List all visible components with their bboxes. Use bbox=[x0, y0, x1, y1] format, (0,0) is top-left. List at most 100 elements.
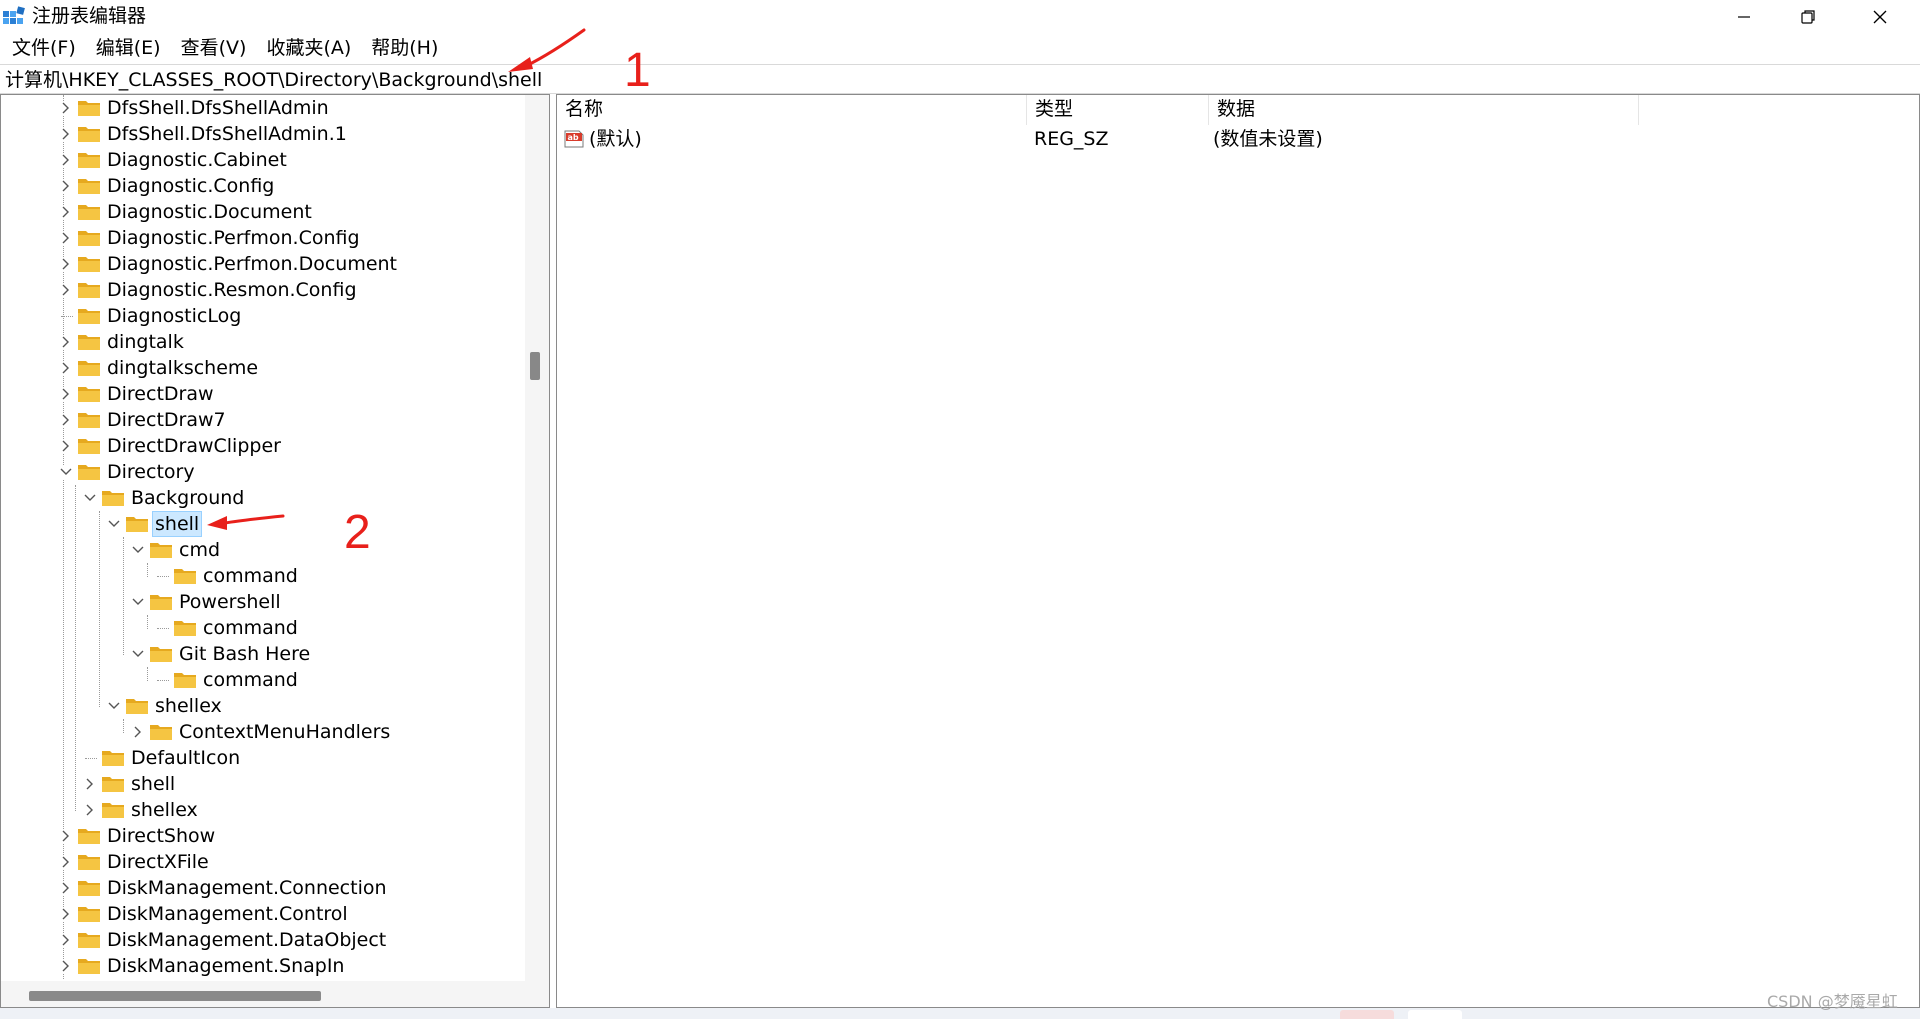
chevron-right-icon[interactable] bbox=[59, 283, 73, 297]
chevron-right-icon[interactable] bbox=[59, 101, 73, 115]
chevron-right-icon[interactable] bbox=[59, 335, 73, 349]
column-header-name[interactable]: 名称 bbox=[557, 95, 1027, 125]
tree-node-label: DiskManagement.DataObject bbox=[107, 929, 387, 951]
tree-node[interactable]: command bbox=[1, 563, 521, 589]
tree-node[interactable]: DiskManagement.DataObject bbox=[1, 927, 521, 953]
chevron-down-icon[interactable] bbox=[131, 647, 145, 661]
taskbar-tab[interactable] bbox=[1408, 1010, 1462, 1019]
menu-favorites[interactable]: 收藏夹(A) bbox=[256, 36, 361, 60]
chevron-right-icon[interactable] bbox=[59, 959, 73, 973]
tree-node[interactable]: Diagnostic.Perfmon.Config bbox=[1, 225, 521, 251]
horizontal-scroll-thumb[interactable] bbox=[29, 991, 321, 1001]
folder-icon bbox=[102, 777, 124, 792]
chevron-right-icon[interactable] bbox=[59, 855, 73, 869]
registry-key-tree: DfsShell.DfsShellAdmin DfsShell.DfsShellA… bbox=[1, 95, 526, 981]
chevron-right-icon[interactable] bbox=[59, 257, 73, 271]
tree-node[interactable]: Directory bbox=[1, 459, 521, 485]
folder-icon bbox=[78, 179, 100, 194]
chevron-right-icon[interactable] bbox=[59, 413, 73, 427]
tree-node[interactable]: DfsShell.DfsShellAdmin bbox=[1, 95, 521, 121]
folder-icon bbox=[78, 361, 100, 376]
chevron-right-icon[interactable] bbox=[59, 179, 73, 193]
minimize-button[interactable] bbox=[1712, 0, 1776, 33]
chevron-right-icon[interactable] bbox=[83, 803, 97, 817]
close-icon bbox=[1873, 10, 1887, 23]
tree-node[interactable]: DirectDraw bbox=[1, 381, 521, 407]
value-row[interactable]: ab (默认) REG_SZ (数值未设置) bbox=[557, 125, 1857, 153]
tree-node-label: Git Bash Here bbox=[179, 643, 311, 665]
chevron-right-icon[interactable] bbox=[59, 829, 73, 843]
tree-node[interactable]: DirectDraw7 bbox=[1, 407, 521, 433]
chevron-right-icon[interactable] bbox=[59, 231, 73, 245]
chevron-right-icon[interactable] bbox=[59, 387, 73, 401]
vertical-scroll-thumb[interactable] bbox=[530, 352, 540, 380]
tree-node-label: shellex bbox=[155, 695, 222, 717]
tree-node[interactable]: DiskManagement.SnapIn bbox=[1, 953, 521, 979]
tree-node[interactable]: Diagnostic.Resmon.Config bbox=[1, 277, 521, 303]
folder-icon bbox=[150, 647, 172, 662]
menu-file[interactable]: 文件(F) bbox=[0, 36, 86, 60]
tree-node[interactable]: DirectXFile bbox=[1, 849, 521, 875]
tree-node[interactable]: DirectDrawClipper bbox=[1, 433, 521, 459]
chevron-right-icon[interactable] bbox=[59, 361, 73, 375]
vertical-scrollbar[interactable] bbox=[525, 95, 549, 981]
tree-node[interactable]: command bbox=[1, 667, 521, 693]
chevron-right-icon[interactable] bbox=[83, 777, 97, 791]
chevron-down-icon[interactable] bbox=[59, 465, 73, 479]
column-header-type[interactable]: 类型 bbox=[1027, 95, 1209, 125]
tree-node[interactable]: DiagnosticLog bbox=[1, 303, 521, 329]
column-header-data[interactable]: 数据 bbox=[1209, 95, 1639, 125]
chevron-right-icon[interactable] bbox=[59, 127, 73, 141]
chevron-down-icon[interactable] bbox=[131, 543, 145, 557]
tree-node-label: Powershell bbox=[179, 591, 281, 613]
horizontal-scrollbar[interactable] bbox=[1, 981, 549, 1007]
chevron-right-icon[interactable] bbox=[59, 907, 73, 921]
folder-icon bbox=[150, 543, 172, 558]
menu-bar: 文件(F) 编辑(E) 查看(V) 收藏夹(A) 帮助(H) bbox=[0, 34, 1920, 62]
annotation-number-2: 2 bbox=[344, 506, 371, 559]
tree-node[interactable]: dingtalk bbox=[1, 329, 521, 355]
tree-node[interactable]: Git Bash Here bbox=[1, 641, 521, 667]
tree-node[interactable]: Diagnostic.Cabinet bbox=[1, 147, 521, 173]
chevron-right-icon[interactable] bbox=[59, 439, 73, 453]
folder-icon bbox=[78, 283, 100, 298]
folder-icon bbox=[78, 153, 100, 168]
tree-node[interactable]: DiskManagement.Connection bbox=[1, 875, 521, 901]
chevron-right-icon[interactable] bbox=[131, 725, 145, 739]
chevron-right-icon[interactable] bbox=[59, 881, 73, 895]
chevron-right-icon[interactable] bbox=[59, 933, 73, 947]
tree-node[interactable]: Diagnostic.Document bbox=[1, 199, 521, 225]
tree-node[interactable]: DfsShell.DfsShellAdmin.1 bbox=[1, 121, 521, 147]
tree-node[interactable]: dingtalkscheme bbox=[1, 355, 521, 381]
tree-node[interactable]: shellex bbox=[1, 797, 521, 823]
chevron-down-icon[interactable] bbox=[131, 595, 145, 609]
tree-node[interactable]: Powershell bbox=[1, 589, 521, 615]
tree-node[interactable]: Diagnostic.Perfmon.Document bbox=[1, 251, 521, 277]
menu-edit[interactable]: 编辑(E) bbox=[86, 36, 171, 60]
menu-help[interactable]: 帮助(H) bbox=[361, 36, 448, 60]
address-bar[interactable]: 计算机\HKEY_CLASSES_ROOT\Directory\Backgrou… bbox=[0, 64, 1920, 94]
close-button[interactable] bbox=[1848, 0, 1912, 33]
tree-node-label: dingtalk bbox=[107, 331, 184, 353]
maximize-button[interactable] bbox=[1776, 0, 1840, 33]
tree-node-label: shellex bbox=[131, 799, 198, 821]
tree-node[interactable]: cmd bbox=[1, 537, 521, 563]
tree-node[interactable]: DirectShow bbox=[1, 823, 521, 849]
tree-node[interactable]: ContextMenuHandlers bbox=[1, 719, 521, 745]
tree-node[interactable]: Diagnostic.Config bbox=[1, 173, 521, 199]
taskbar-tab[interactable] bbox=[1340, 1010, 1394, 1019]
tree-node-label: DiskManagement.SnapIn bbox=[107, 955, 345, 977]
menu-view[interactable]: 查看(V) bbox=[171, 36, 257, 60]
chevron-right-icon[interactable] bbox=[59, 205, 73, 219]
chevron-right-icon[interactable] bbox=[59, 153, 73, 167]
chevron-down-icon[interactable] bbox=[107, 517, 121, 531]
chevron-down-icon[interactable] bbox=[107, 699, 121, 713]
tree-node-label: Diagnostic.Cabinet bbox=[107, 149, 287, 171]
tree-node[interactable]: DiskManagement.Control bbox=[1, 901, 521, 927]
tree-node[interactable]: DefaultIcon bbox=[1, 745, 521, 771]
tree-node[interactable]: shellex bbox=[1, 693, 521, 719]
tree-node[interactable]: shell bbox=[1, 771, 521, 797]
tree-node[interactable]: command bbox=[1, 615, 521, 641]
chevron-down-icon[interactable] bbox=[83, 491, 97, 505]
address-path[interactable]: 计算机\HKEY_CLASSES_ROOT\Directory\Backgrou… bbox=[5, 68, 542, 92]
